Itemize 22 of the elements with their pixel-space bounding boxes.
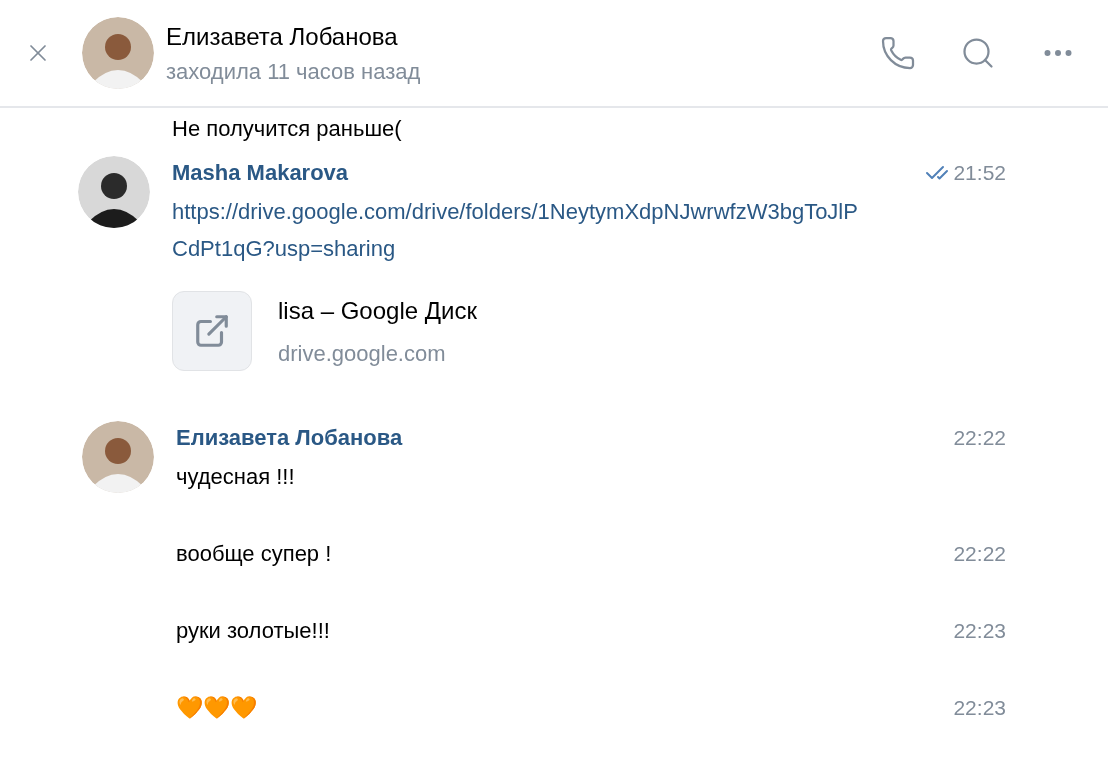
- contact-name: Елизавета Лобанова: [166, 21, 399, 52]
- avatar[interactable]: [78, 156, 150, 228]
- external-link-icon: [193, 312, 231, 350]
- message-link[interactable]: https://drive.google.com/drive/folders/1NeytymXdpNJwrwfzW3bgToJlPCdPt1qG?usp=sharing: [172, 193, 872, 267]
- author-name[interactable]: Елизавета Лобанова: [176, 421, 403, 454]
- message-text: вообще супер !: [176, 540, 332, 568]
- link-domain: drive.google.com: [278, 339, 447, 368]
- author-name[interactable]: Masha Makarova: [172, 156, 349, 189]
- message-text: чудесная !!!: [176, 463, 295, 491]
- message-text: руки золотые!!!: [176, 617, 330, 645]
- link-title[interactable]: lisa – Google Диск: [278, 292, 477, 329]
- message-text: Не получится раньше(: [172, 115, 402, 142]
- message-time: 22:22: [953, 424, 1006, 451]
- message-time: 22:23: [953, 694, 1007, 721]
- phone-icon[interactable]: [880, 35, 916, 71]
- message-text: 🧡🧡🧡: [176, 694, 257, 722]
- message-time: 22:22: [953, 540, 1007, 567]
- search-icon[interactable]: [960, 35, 996, 71]
- link-preview-tile[interactable]: [172, 291, 252, 371]
- contact-status: заходила 11 часов назад: [166, 57, 421, 86]
- message-time: 22:23: [953, 617, 1007, 644]
- message-time: 21:52: [953, 159, 1006, 186]
